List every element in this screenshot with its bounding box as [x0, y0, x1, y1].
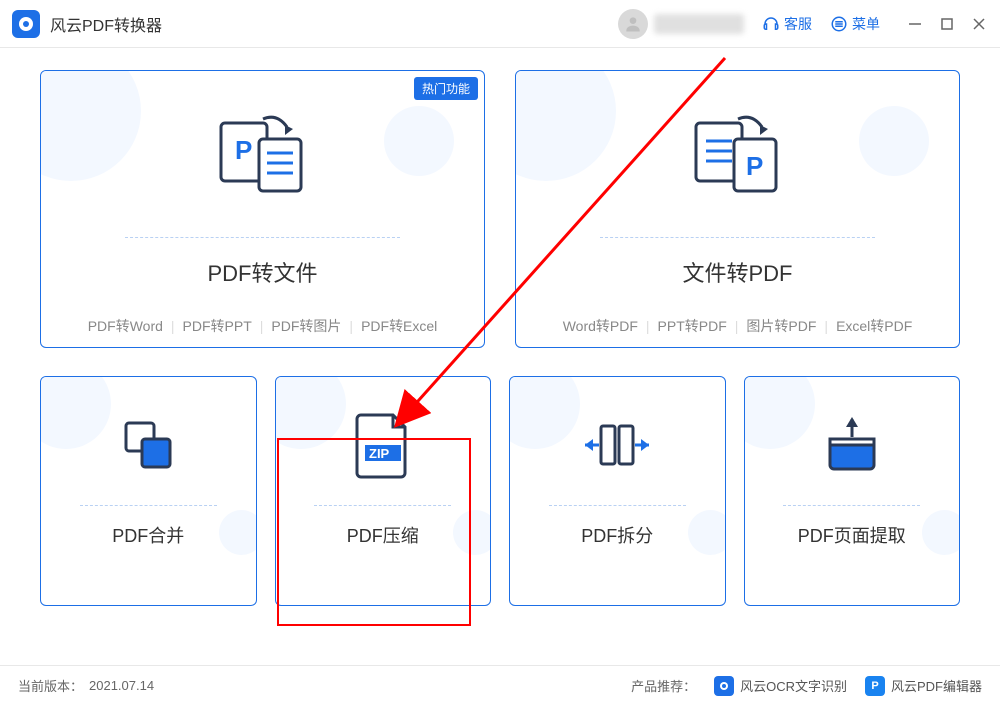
product-editor[interactable]: P 风云PDF编辑器 — [865, 676, 982, 696]
menu-label: 菜单 — [852, 14, 880, 34]
content: 热门功能 P PDF转文件 PDF转Wor — [0, 48, 1000, 665]
pdf-to-file-icon: P — [208, 101, 318, 211]
menu-button[interactable]: 菜单 — [830, 14, 880, 34]
version-label: 当前版本： — [18, 676, 83, 695]
app-title: 风云PDF转换器 — [50, 12, 162, 36]
file-to-pdf-subs: Word转PDF| PPT转PDF| 图片转PDF| Excel转PDF — [555, 316, 921, 336]
minimize-button[interactable] — [906, 15, 924, 33]
card-pdf-to-file[interactable]: 热门功能 P PDF转文件 PDF转Wor — [40, 70, 485, 348]
file-to-pdf-icon: P — [683, 101, 793, 211]
card-title: PDF拆分 — [581, 522, 653, 548]
extract-icon — [812, 405, 892, 485]
ocr-icon — [714, 676, 734, 696]
card-file-to-pdf[interactable]: P 文件转PDF Word转PDF| PPT转PDF| 图片转PDF| Exce… — [515, 70, 960, 348]
card-pdf-extract[interactable]: PDF页面提取 — [744, 376, 961, 606]
pdf-to-file-subs: PDF转Word| PDF转PPT| PDF转图片| PDF转Excel — [80, 316, 446, 336]
card-pdf-compress[interactable]: ZIP PDF压缩 — [275, 376, 492, 606]
support-label: 客服 — [784, 14, 812, 34]
merge-icon — [108, 405, 188, 485]
maximize-button[interactable] — [938, 15, 956, 33]
card-title: PDF转文件 — [207, 256, 317, 288]
close-button[interactable] — [970, 15, 988, 33]
hot-badge: 热门功能 — [414, 77, 478, 100]
card-title: PDF页面提取 — [798, 522, 906, 548]
svg-text:P: P — [235, 135, 252, 165]
titlebar: 风云PDF转换器 客服 菜单 — [0, 0, 1000, 48]
editor-icon: P — [865, 676, 885, 696]
compress-icon: ZIP — [343, 405, 423, 485]
card-pdf-merge[interactable]: PDF合并 — [40, 376, 257, 606]
recommend-label: 产品推荐： — [631, 676, 696, 695]
app-logo — [12, 10, 40, 38]
card-title: PDF合并 — [112, 522, 184, 548]
support-button[interactable]: 客服 — [762, 14, 812, 34]
svg-text:ZIP: ZIP — [369, 446, 390, 461]
card-title: 文件转PDF — [682, 256, 792, 288]
split-icon — [577, 405, 657, 485]
footer: 当前版本： 2021.07.14 产品推荐： 风云OCR文字识别 P 风云PDF… — [0, 665, 1000, 705]
avatar[interactable] — [618, 9, 648, 39]
username[interactable] — [654, 14, 744, 34]
card-title: PDF压缩 — [347, 522, 419, 548]
card-pdf-split[interactable]: PDF拆分 — [509, 376, 726, 606]
version-value: 2021.07.14 — [89, 678, 154, 693]
product-ocr[interactable]: 风云OCR文字识别 — [714, 676, 847, 696]
svg-text:P: P — [746, 151, 763, 181]
